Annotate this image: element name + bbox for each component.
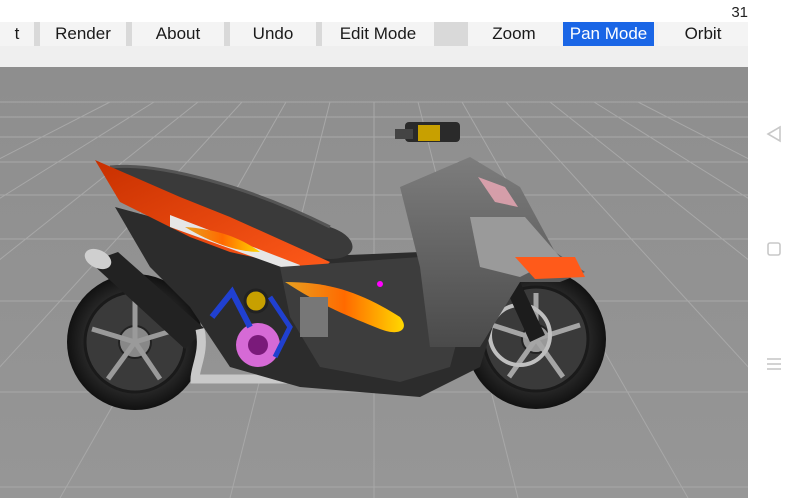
back-button[interactable]	[762, 122, 786, 146]
edit-mode-button[interactable]: Edit Mode	[322, 22, 434, 46]
orbit-button[interactable]: Orbit	[658, 22, 748, 46]
about-button[interactable]: About	[132, 22, 224, 46]
viewport-scene	[0, 67, 748, 498]
status-time: 31	[731, 4, 748, 21]
toolbar-item-truncated[interactable]: t	[0, 22, 34, 46]
render-button[interactable]: Render	[40, 22, 126, 46]
home-button[interactable]	[762, 237, 786, 261]
home-square-icon	[767, 242, 781, 256]
pan-mode-button[interactable]: Pan Mode	[563, 22, 654, 46]
toolbar-blank-button[interactable]	[434, 22, 468, 46]
undo-button[interactable]: Undo	[230, 22, 316, 46]
toolbar: t Render About Undo Edit Mode Zoom Pan M…	[0, 22, 748, 46]
back-triangle-icon	[766, 125, 781, 143]
android-nav-bar	[748, 0, 800, 498]
toolbar-strip	[0, 46, 748, 68]
recents-menu-icon	[767, 358, 781, 370]
recents-button[interactable]	[762, 352, 786, 376]
3d-viewport[interactable]	[0, 67, 748, 498]
zoom-button[interactable]: Zoom	[468, 22, 560, 46]
